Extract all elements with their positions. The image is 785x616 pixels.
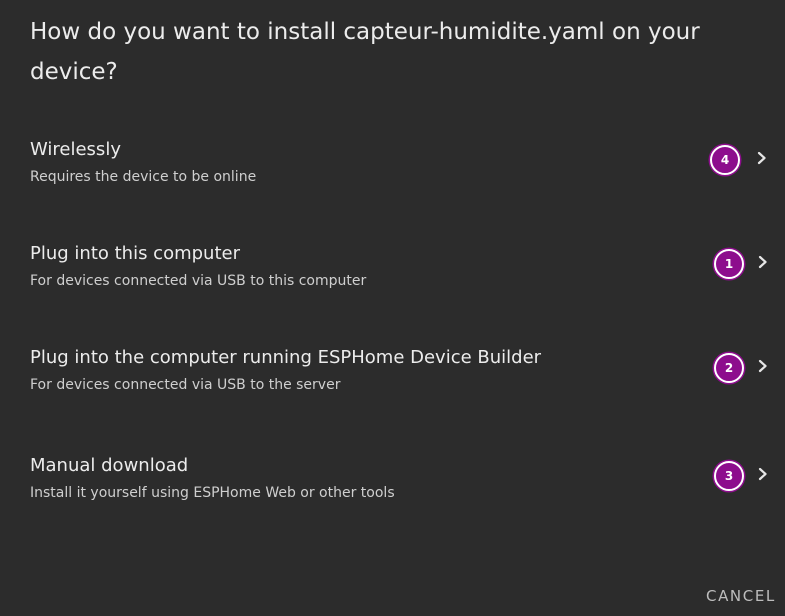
step-badge: 3 (714, 461, 744, 491)
option-subtitle: Install it yourself using ESPHome Web or… (30, 485, 395, 501)
option-title: Plug into the computer running ESPHome D… (30, 347, 542, 368)
chevron-right-icon (758, 359, 767, 373)
option-wirelessly[interactable]: Wirelessly Requires the device to be onl… (0, 138, 785, 218)
option-title: Plug into this computer (30, 243, 240, 264)
option-subtitle: For devices connected via USB to this co… (30, 273, 367, 289)
cancel-button[interactable]: CANCEL (706, 587, 776, 605)
step-badge: 1 (714, 249, 744, 279)
dialog-title: How do you want to install capteur-humid… (30, 19, 700, 85)
chevron-right-icon (758, 467, 767, 481)
option-plug-this-computer[interactable]: Plug into this computer For devices conn… (0, 242, 785, 322)
step-badge: 2 (714, 353, 744, 383)
install-dialog: How do you want to install capteur-humid… (0, 0, 785, 616)
step-badge: 4 (710, 145, 740, 175)
option-plug-server[interactable]: Plug into the computer running ESPHome D… (0, 346, 785, 426)
option-manual-download[interactable]: Manual download Install it yourself usin… (0, 454, 785, 534)
chevron-right-icon (758, 255, 767, 269)
option-subtitle: Requires the device to be online (30, 169, 257, 185)
option-subtitle: For devices connected via USB to the ser… (30, 377, 341, 393)
chevron-right-icon (757, 151, 766, 165)
option-title: Wirelessly (30, 139, 121, 160)
option-title: Manual download (30, 455, 189, 476)
